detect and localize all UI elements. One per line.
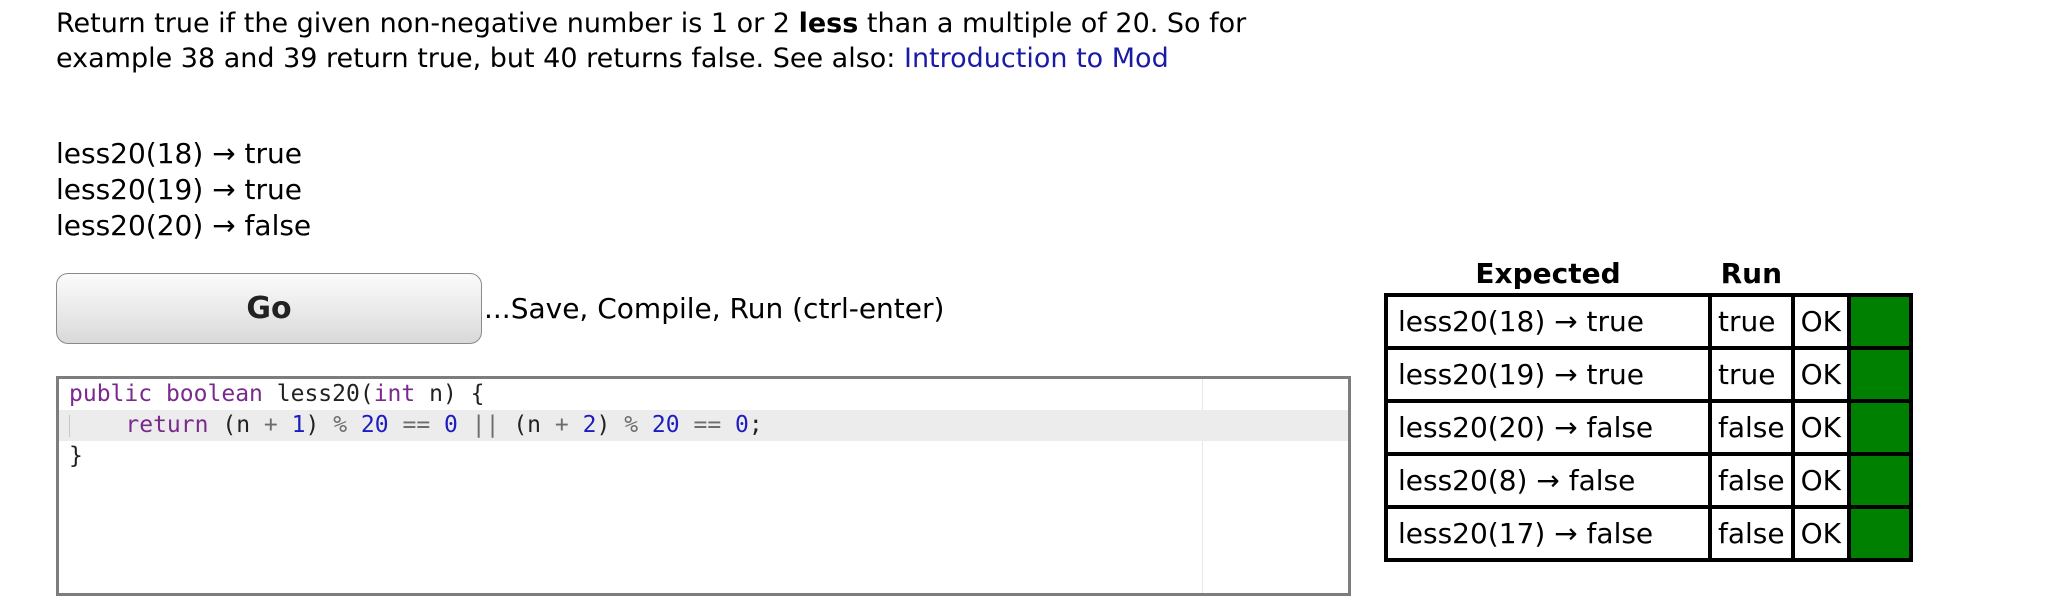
results-panel: Expected Run less20(18) → true true OK l… [1384,255,1914,562]
code-token: 0 [444,412,458,438]
run-cell: true [1708,346,1795,403]
code-token: 2 [582,412,597,438]
intro-to-mod-link[interactable]: Introduction to Mod [904,43,1169,74]
code-token: (n [513,412,542,438]
pass-indicator [1847,399,1914,456]
code-token: ) [596,412,611,438]
code-token: 1 [291,412,306,438]
table-row: less20(19) → true true OK [1384,346,1914,403]
status-cell: OK [1790,452,1852,509]
code-token: n) { [429,381,485,407]
code-token: less20( [276,381,374,407]
code-token: ; [748,412,763,438]
indent-guide [69,414,70,437]
problem-bold-word: less [798,8,859,39]
run-cell: false [1708,399,1795,456]
status-cell: OK [1790,293,1852,350]
examples-list: less20(18) → true less20(19) → true less… [56,136,311,244]
code-token: int [373,381,416,407]
code-token: } [69,443,83,469]
run-cell: true [1708,293,1795,350]
expected-cell: less20(8) → false [1384,452,1712,509]
expected-cell: less20(18) → true [1384,293,1712,350]
table-row: less20(8) → false false OK [1384,452,1914,509]
code-token: || [471,412,500,438]
go-button[interactable]: Go [56,273,482,344]
pass-indicator [1847,293,1914,350]
status-cell: OK [1790,346,1852,403]
run-header: Run [1720,256,1783,290]
example-1: less20(18) → true [56,137,303,170]
status-cell: OK [1790,399,1852,456]
code-token: == [693,412,722,438]
code-token: % [333,412,348,438]
code-token: 0 [735,412,749,438]
example-3: less20(20) → false [56,209,312,242]
results-table: Expected Run less20(18) → true true OK l… [1384,255,1914,562]
go-hint: ...Save, Compile, Run (ctrl-enter) [484,292,945,325]
blank-header [1793,255,1849,295]
example-2: less20(19) → true [56,173,303,206]
table-row: less20(20) → false false OK [1384,399,1914,456]
table-row: less20(18) → true true OK [1384,293,1914,350]
code-token: + [554,412,569,438]
code-token: return [125,412,209,438]
expected-cell: less20(20) → false [1384,399,1712,456]
code-line-3[interactable]: } [59,441,1348,472]
run-cell: false [1708,452,1795,509]
expected-cell: less20(17) → false [1384,505,1712,562]
code-line-1[interactable]: public boolean less20(int n) { [59,379,1348,410]
expected-header: Expected [1475,256,1621,290]
code-token: % [624,412,639,438]
expected-cell: less20(19) → true [1384,346,1712,403]
problem-description: Return true if the given non-negative nu… [56,6,1356,76]
pass-indicator [1847,346,1914,403]
code-area[interactable]: public boolean less20(int n) { return (n… [59,379,1348,472]
blank-header [1849,255,1911,295]
pass-indicator [1847,452,1914,509]
code-token: boolean [165,381,263,407]
code-token: 20 [360,412,389,438]
code-token: + [263,412,278,438]
code-token: == [402,412,431,438]
code-editor[interactable]: public boolean less20(int n) { return (n… [56,376,1351,596]
run-cell: false [1708,505,1795,562]
code-token: 20 [651,412,680,438]
code-token: ) [305,412,320,438]
code-token: public [69,381,153,407]
code-token: (n [222,412,251,438]
pass-indicator [1847,505,1914,562]
code-line-2[interactable]: return (n + 1) % 20 == 0 || (n + 2) % 20… [59,410,1348,441]
status-cell: OK [1790,505,1852,562]
problem-text: Return true if the given non-negative nu… [56,8,799,39]
table-row: less20(17) → false false OK [1384,505,1914,562]
